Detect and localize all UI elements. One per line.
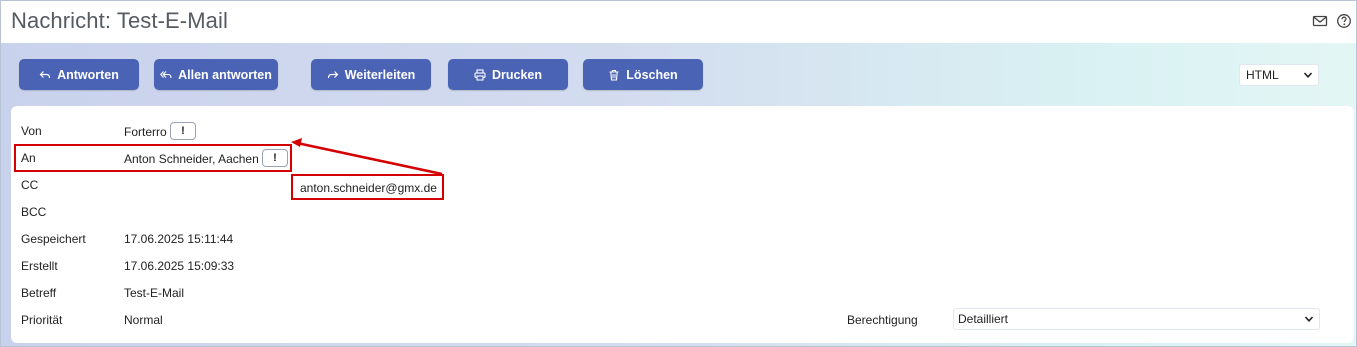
betreff-label: Betreff (21, 286, 57, 300)
print-button-label: Drucken (491, 67, 543, 82)
prioritaet-label: Priorität (21, 313, 63, 327)
von-value: Forterro (124, 125, 167, 139)
chevron-down-icon (1304, 314, 1314, 324)
reply-button-label: Antworten (57, 67, 119, 82)
format-select[interactable]: HTML (1239, 64, 1319, 86)
forward-icon (327, 69, 339, 81)
mail-icon[interactable] (1312, 13, 1328, 29)
reply-all-icon (160, 69, 172, 81)
erstellt-label: Erstellt (21, 259, 58, 273)
delete-button[interactable]: Löschen (583, 59, 703, 90)
reply-icon (39, 69, 51, 81)
berechtigung-select[interactable]: Detailliert (953, 308, 1320, 330)
page-title: Nachricht: Test-E-Mail (11, 8, 228, 33)
berechtigung-select-value: Detailliert (958, 312, 1009, 326)
cc-label: CC (21, 178, 39, 192)
forward-button[interactable]: Weiterleiten (311, 59, 431, 90)
trash-icon (608, 69, 620, 81)
gespeichert-label: Gespeichert (21, 232, 86, 246)
highlight-email (291, 174, 444, 200)
help-icon[interactable] (1336, 13, 1352, 29)
format-select-value: HTML (1246, 68, 1279, 82)
reply-all-button-label: Allen antworten (178, 67, 272, 82)
reply-button[interactable]: Antworten (19, 59, 139, 90)
prioritaet-value: Normal (124, 313, 163, 327)
forward-button-label: Weiterleiten (344, 67, 416, 82)
berechtigung-label: Berechtigung (847, 313, 918, 327)
print-button[interactable]: Drucken (448, 59, 568, 90)
von-label: Von (21, 124, 42, 138)
delete-button-label: Löschen (626, 67, 678, 82)
message-window: Nachricht: Test-E-Mail Antworten Allen a… (0, 0, 1357, 347)
betreff-value: Test-E-Mail (124, 286, 185, 300)
gespeichert-value: 17.06.2025 15:11:44 (124, 232, 234, 246)
highlight-an-row (14, 144, 292, 172)
print-icon (474, 68, 486, 81)
reply-all-button[interactable]: Allen antworten (154, 59, 278, 90)
erstellt-value: 17.06.2025 15:09:33 (124, 259, 235, 273)
title-bar: Nachricht: Test-E-Mail (1, 1, 1356, 43)
bcc-label: BCC (21, 205, 47, 219)
von-info-button[interactable]: ! (170, 122, 196, 140)
chevron-down-icon (1303, 70, 1313, 80)
